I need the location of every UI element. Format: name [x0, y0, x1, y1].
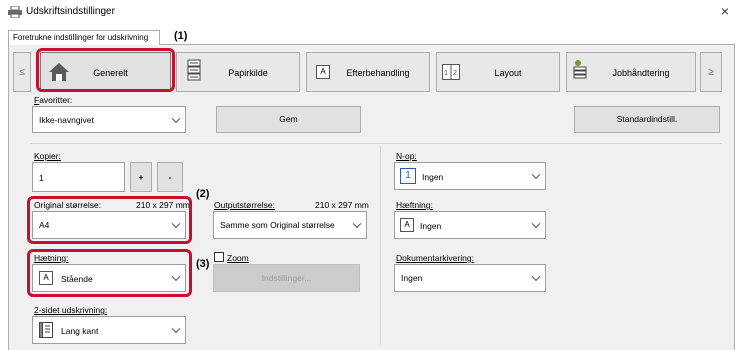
doc-filing-label: Dokumentarkivering: [396, 253, 474, 263]
copies-input[interactable]: 1 [32, 162, 125, 192]
zoom-settings-button[interactable]: Indstillinger... [213, 264, 360, 292]
nup-label: N-op: [396, 151, 417, 161]
close-button[interactable]: × [715, 2, 735, 20]
nav-tab-layout[interactable]: 12 Layout [436, 52, 560, 92]
nav-tab-finishing[interactable]: A Efterbehandling [306, 52, 430, 92]
printer-icon [8, 5, 22, 19]
nav-tab-job-handling[interactable]: Jobhåndtering [566, 52, 696, 92]
stapling-value: Ingen [420, 221, 442, 231]
nav-tab-paper-source[interactable]: Papirkilde [176, 52, 300, 92]
doc-filing-value: Ingen [401, 273, 423, 283]
nav-label-finishing: Efterbehandling [346, 68, 410, 78]
chevron-down-icon [531, 272, 541, 282]
nup-icon: 1 [400, 168, 416, 184]
zoom-checkbox[interactable] [214, 252, 224, 262]
duplex-label: 2-sidet udskrivning: [34, 305, 108, 315]
output-size-select[interactable]: Samme som Original størrelse [213, 211, 367, 239]
output-size-value: Samme som Original størrelse [220, 220, 335, 230]
favorites-select[interactable]: Ikke-navngivet [32, 106, 186, 133]
copies-label: Kopier: [34, 151, 61, 161]
nup-select[interactable]: 1 Ingen [394, 162, 546, 190]
output-size-label: Outputstørrelse: [214, 200, 275, 210]
long-edge-icon [39, 322, 53, 340]
callout-1: (1) [174, 30, 188, 42]
copies-value: 1 [39, 173, 44, 183]
copies-plus-button[interactable]: + [130, 162, 152, 192]
nav-label-layout: Layout [494, 68, 522, 78]
copies-minus-button[interactable]: - [157, 162, 183, 192]
output-size-dims: 210 x 297 mm [315, 200, 369, 210]
chevron-down-icon [171, 324, 181, 334]
chevron-down-icon [352, 219, 362, 229]
duplex-select[interactable]: Lang kant [32, 316, 186, 344]
nav-label-paper-source: Papirkilde [228, 68, 268, 78]
divider [30, 143, 722, 144]
highlight-frame-2 [27, 196, 192, 244]
favorites-label-text: avoritter: [39, 95, 73, 105]
nup-value: Ingen [422, 172, 444, 182]
highlight-frame-3 [27, 249, 192, 297]
highlight-frame-1 [36, 48, 175, 92]
stapling-label: Hæftning: [396, 200, 433, 210]
save-button[interactable]: Gem [216, 106, 361, 133]
doc-filing-select[interactable]: Ingen [394, 264, 546, 292]
nav-scroll-right-button[interactable]: ≥ [700, 52, 722, 92]
duplex-value: Lang kant [61, 326, 99, 336]
stapling-icon: A [400, 218, 414, 232]
stapling-select[interactable]: A Ingen [394, 211, 546, 239]
callout-3: (3) [196, 258, 210, 270]
chevron-down-icon [171, 114, 181, 123]
zoom-label: Zoom [227, 253, 249, 263]
favorites-label: Favoritter: [34, 95, 73, 105]
defaults-button[interactable]: Standardindstill. [574, 106, 720, 133]
tab-preferences[interactable]: Foretrukne indstillinger for udskrivning [8, 30, 160, 45]
column-divider [380, 146, 381, 346]
callout-2: (2) [196, 188, 210, 200]
window-title: Udskriftsindstillinger [26, 6, 115, 17]
chevron-down-icon [531, 170, 541, 180]
chevron-down-icon [531, 219, 541, 229]
nav-label-job-handling: Jobhåndtering [612, 68, 670, 78]
favorites-value: Ikke-navngivet [39, 114, 94, 125]
nav-scroll-left-button[interactable]: ≤ [13, 52, 31, 92]
